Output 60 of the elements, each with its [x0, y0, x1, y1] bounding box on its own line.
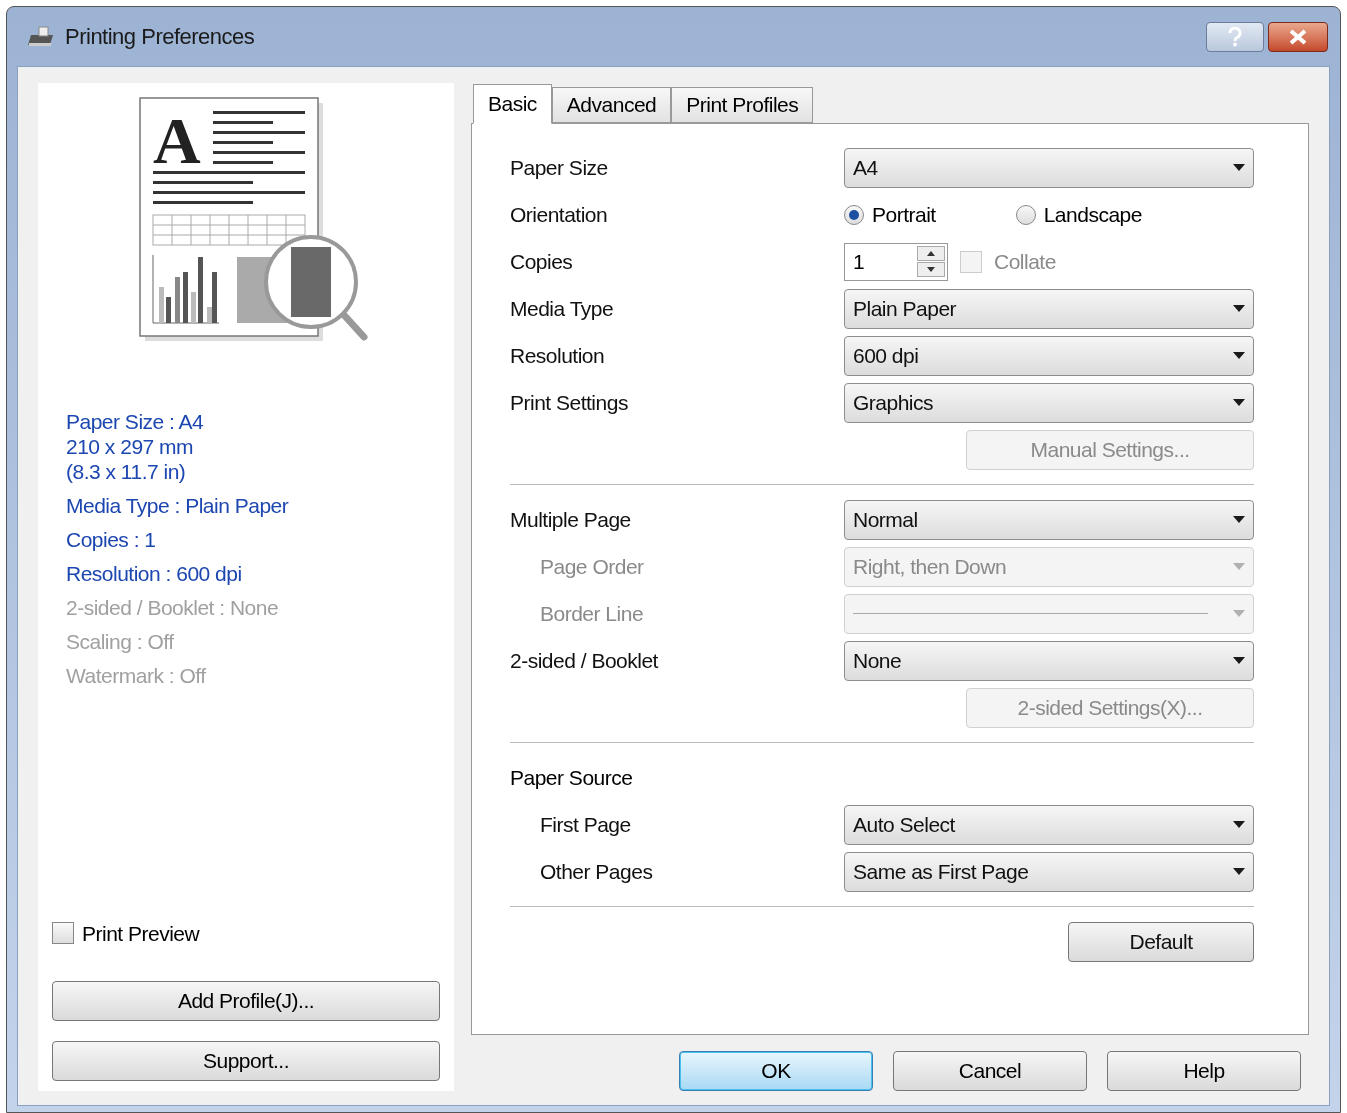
dropdown[interactable]: None	[844, 640, 1254, 681]
setting-label: First Page	[539, 811, 631, 838]
checkbox-label: Print Preview	[82, 920, 200, 947]
section-heading: Paper Source	[510, 764, 633, 791]
summary-text: Paper Size : A4 210 x 297 mm (8.3 x 11.7 in)	[66, 409, 205, 484]
dropdown-arrow-icon	[1233, 399, 1245, 406]
dropdown-arrow-icon	[1233, 516, 1245, 523]
radio-button[interactable]	[844, 204, 864, 225]
summary-text: Copies : 1	[66, 527, 157, 552]
setting-label: Print Settings	[510, 389, 628, 416]
summary-text: Media Type : Plain Paper	[66, 493, 290, 518]
dropdown[interactable]: A4	[844, 147, 1254, 188]
panel-button[interactable]: Support...	[52, 1041, 440, 1081]
dropdown-arrow-icon	[1233, 563, 1245, 570]
setting-label: Border Line	[539, 600, 644, 627]
dialog-button[interactable]: Help	[1107, 1051, 1301, 1091]
summary-text: Scaling : Off	[66, 629, 175, 654]
help-icon	[1228, 26, 1242, 47]
dropdown-arrow-icon	[1233, 610, 1245, 617]
setting-label: Multiple Page	[510, 506, 631, 533]
dropdown[interactable]: Graphics	[844, 382, 1254, 423]
setting-label: 2-sided / Booklet	[510, 647, 658, 674]
summary-text: Resolution : 600 dpi	[66, 561, 243, 586]
window-title: Printing Preferences	[65, 23, 255, 51]
dropdown-arrow-icon	[1233, 164, 1245, 171]
radio-label: Landscape	[1043, 201, 1142, 228]
dropdown-arrow-icon	[1233, 821, 1245, 828]
dropdown-arrow-icon	[1233, 352, 1245, 359]
setting-label: Page Order	[539, 553, 644, 580]
dropdown[interactable]: Normal	[844, 499, 1254, 540]
panel-button[interactable]: Add Profile(J)...	[52, 981, 440, 1021]
help-button[interactable]	[1206, 21, 1264, 52]
checkbox-label: Collate	[994, 248, 1056, 275]
radio-button[interactable]	[1015, 204, 1036, 225]
dialog-button[interactable]: OK	[679, 1051, 873, 1091]
summary-text: 2-sided / Booklet : None	[66, 595, 280, 620]
setting-label: Other Pages	[539, 858, 653, 885]
dropdown[interactable]: Plain Paper	[844, 288, 1254, 329]
close-icon	[1288, 28, 1308, 45]
checkbox[interactable]	[52, 922, 74, 945]
copies-spinner[interactable]: 1	[844, 242, 948, 281]
tab[interactable]: Print Profiles	[671, 87, 814, 123]
setting-label: Resolution	[510, 342, 605, 369]
setting-label: Paper Size	[510, 154, 608, 181]
dropdown-arrow-icon	[1233, 657, 1245, 664]
dropdown[interactable]: Same as First Page	[844, 851, 1254, 892]
tab[interactable]: Basic	[473, 84, 552, 124]
setting-label: Copies	[510, 248, 573, 275]
dropdown[interactable]: 600 dpi	[844, 335, 1254, 376]
close-button[interactable]	[1268, 21, 1328, 52]
dialog-button[interactable]: Cancel	[893, 1051, 1087, 1091]
tab[interactable]: Advanced	[551, 87, 672, 123]
dropdown-arrow-icon	[1233, 868, 1245, 875]
setting-label: Media Type	[510, 295, 614, 322]
radio-label: Portrait	[872, 201, 936, 228]
setting-label: Orientation	[510, 201, 608, 228]
summary-text: Watermark : Off	[66, 663, 207, 688]
dropdown[interactable]: Auto Select	[844, 804, 1254, 845]
settings-button[interactable]: Default	[1068, 921, 1254, 962]
dropdown-arrow-icon	[1233, 305, 1245, 312]
